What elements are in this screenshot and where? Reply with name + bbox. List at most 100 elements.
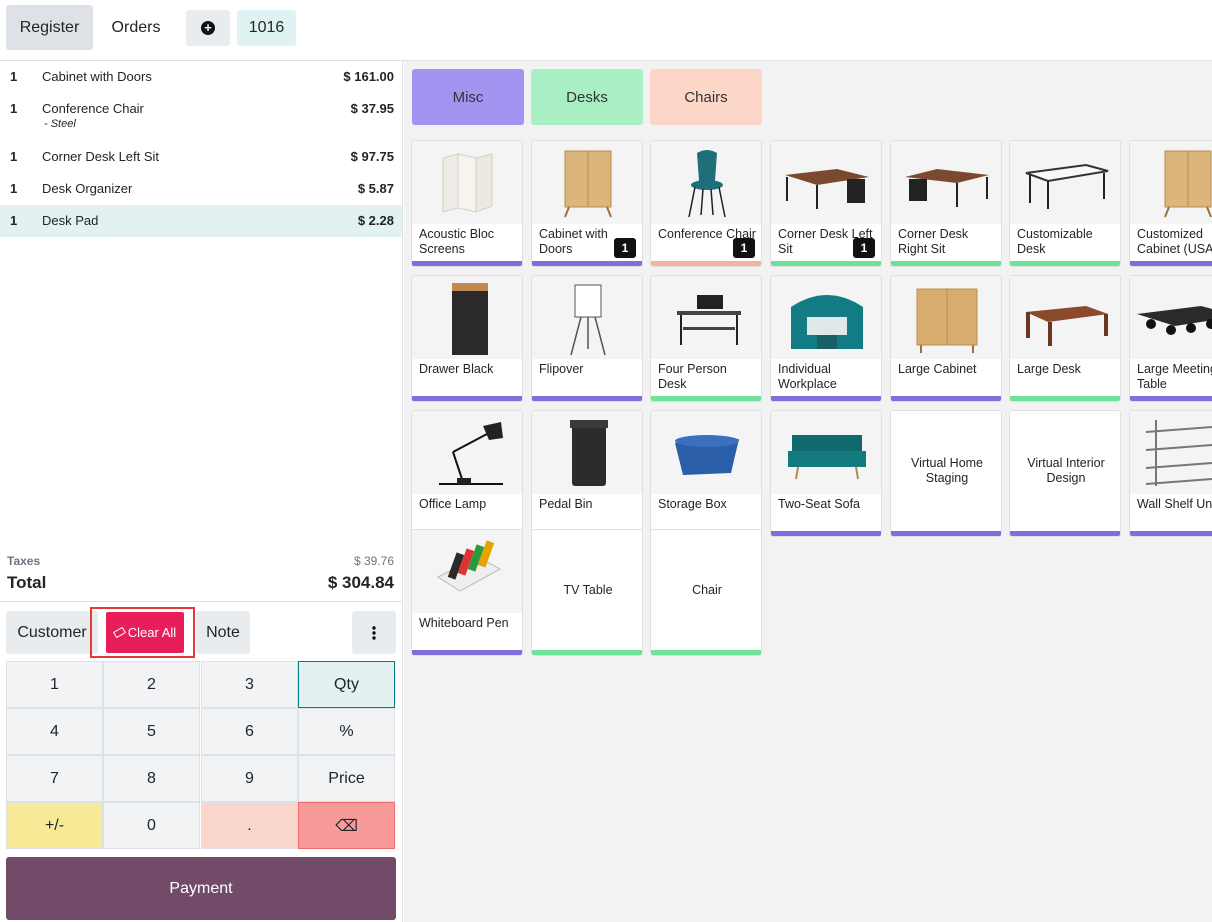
plus-circle-icon: + (201, 21, 215, 35)
order-line[interactable]: 1 Desk Organizer $ 5.87 (0, 173, 402, 205)
taxes-value: $ 39.76 (353, 554, 394, 568)
numpad-key-4[interactable]: 4 (6, 708, 103, 755)
backspace-button[interactable]: ⌫ (298, 802, 395, 849)
product-name: Two-Seat Sofa (778, 497, 860, 511)
numpad-key-6[interactable]: 6 (201, 708, 298, 755)
product-card[interactable]: Four Person Desk (650, 275, 762, 402)
customer-button[interactable]: Customer (6, 611, 98, 654)
product-card[interactable]: Two-Seat Sofa (770, 410, 882, 537)
product-card[interactable]: Cabinet with Doors 1 (531, 140, 643, 267)
product-card[interactable]: Conference Chair 1 (650, 140, 762, 267)
product-card[interactable]: Office Lamp (411, 410, 523, 537)
product-card[interactable]: Large Cabinet (890, 275, 1002, 402)
numpad-key-2[interactable]: 2 (103, 661, 200, 708)
order-line-price: $ 97.75 (350, 149, 394, 164)
product-card[interactable]: Customizable Desk (1009, 140, 1121, 267)
product-name: Pedal Bin (539, 497, 593, 511)
product-card[interactable]: Virtual Home Staging (890, 410, 1002, 537)
product-qty-badge: 1 (733, 238, 755, 258)
category-bar (891, 531, 1001, 536)
numpad-decimal[interactable]: . (201, 802, 298, 849)
product-image (532, 276, 642, 359)
numpad-discount-mode[interactable]: % (298, 708, 395, 755)
top-bar: Register Orders + 1016 (0, 0, 1212, 61)
category-bar (412, 396, 522, 401)
product-name: Wall Shelf Unit (1137, 497, 1212, 511)
total-label: Total (7, 573, 47, 592)
order-line[interactable]: 1 Conference Chair - Steel $ 37.95 (0, 93, 402, 141)
new-order-button[interactable]: + (186, 10, 230, 46)
product-card[interactable]: Pedal Bin (531, 410, 643, 537)
numpad-key-0[interactable]: 0 (103, 802, 200, 849)
order-line-name: Corner Desk Left Sit (42, 149, 160, 164)
order-line-name: Desk Pad (42, 213, 99, 228)
product-name: Acoustic Bloc Screens (419, 227, 495, 256)
product-card[interactable]: Large Desk (1009, 275, 1121, 402)
category-bar (532, 261, 642, 266)
numpad-key-8[interactable]: 8 (103, 755, 200, 802)
product-name: Whiteboard Pen (419, 616, 509, 630)
numpad-price-mode[interactable]: Price (298, 755, 395, 802)
order-line-qty: 1 (10, 101, 18, 116)
category-bar (651, 261, 761, 266)
note-button[interactable]: Note (196, 611, 250, 654)
product-card[interactable]: Drawer Black (411, 275, 523, 402)
product-card[interactable]: Wall Shelf Unit (1129, 410, 1212, 537)
product-image (412, 530, 522, 613)
product-card[interactable]: Acoustic Bloc Screens (411, 140, 523, 267)
category-bar (1010, 261, 1120, 266)
order-line-price: $ 37.95 (350, 101, 394, 116)
product-panel: Misc Desks Chairs Acoustic Bloc Screens … (404, 61, 1212, 922)
product-card[interactable]: Corner Desk Right Sit (890, 140, 1002, 267)
category-bar (412, 261, 522, 266)
category-bar (771, 261, 881, 266)
payment-button[interactable]: Payment (6, 857, 396, 920)
product-card[interactable]: Customized Cabinet (USA) (1129, 140, 1212, 267)
order-line-note: - Steel (44, 118, 76, 130)
orders-tab[interactable]: Orders (100, 5, 172, 50)
current-order-tab[interactable]: 1016 (237, 10, 296, 46)
category-desks[interactable]: Desks (531, 69, 643, 125)
register-tab[interactable]: Register (6, 5, 93, 50)
product-card[interactable]: Flipover (531, 275, 643, 402)
numpad-key-3[interactable]: 3 (201, 661, 298, 708)
category-misc[interactable]: Misc (412, 69, 524, 125)
product-name: Large Desk (1017, 362, 1081, 376)
numpad-plus-minus[interactable]: +/- (6, 802, 103, 849)
numpad-key-1[interactable]: 1 (6, 661, 103, 708)
order-line-selected[interactable]: 1 Desk Pad $ 2.28 (0, 205, 402, 237)
more-options-button[interactable] (352, 611, 396, 654)
product-image (1130, 276, 1212, 359)
clear-all-button[interactable]: Clear All (106, 612, 184, 653)
order-line[interactable]: 1 Corner Desk Left Sit $ 97.75 (0, 141, 402, 173)
product-card[interactable]: Whiteboard Pen (411, 529, 523, 656)
numpad-key-9[interactable]: 9 (201, 755, 298, 802)
numpad-key-5[interactable]: 5 (103, 708, 200, 755)
order-line-name: Conference Chair (42, 101, 144, 116)
numpad-key-7[interactable]: 7 (6, 755, 103, 802)
product-card[interactable]: Corner Desk Left Sit 1 (770, 140, 882, 267)
category-bar (532, 396, 642, 401)
product-name: Flipover (539, 362, 584, 376)
product-image (1130, 141, 1212, 224)
category-bar (1010, 531, 1120, 536)
category-bar (651, 650, 761, 655)
product-card[interactable]: Chair (650, 529, 762, 656)
product-image (532, 411, 642, 494)
product-card[interactable]: Large Meeting Table (1129, 275, 1212, 402)
product-image (771, 276, 881, 359)
product-card[interactable]: Virtual Interior Design (1009, 410, 1121, 537)
order-line-price: $ 161.00 (343, 69, 394, 84)
product-name: Storage Box (658, 497, 727, 511)
divider (0, 601, 402, 602)
numpad-qty-mode[interactable]: Qty (298, 661, 395, 708)
product-card[interactable]: Individual Workplace (770, 275, 882, 402)
category-chairs[interactable]: Chairs (650, 69, 762, 125)
product-image (771, 141, 881, 224)
product-name: Four Person Desk (658, 362, 727, 391)
product-image (771, 411, 881, 494)
order-line-qty: 1 (10, 213, 18, 228)
product-card[interactable]: TV Table (531, 529, 643, 656)
order-line[interactable]: 1 Cabinet with Doors $ 161.00 (0, 61, 402, 93)
product-card[interactable]: Storage Box (650, 410, 762, 537)
